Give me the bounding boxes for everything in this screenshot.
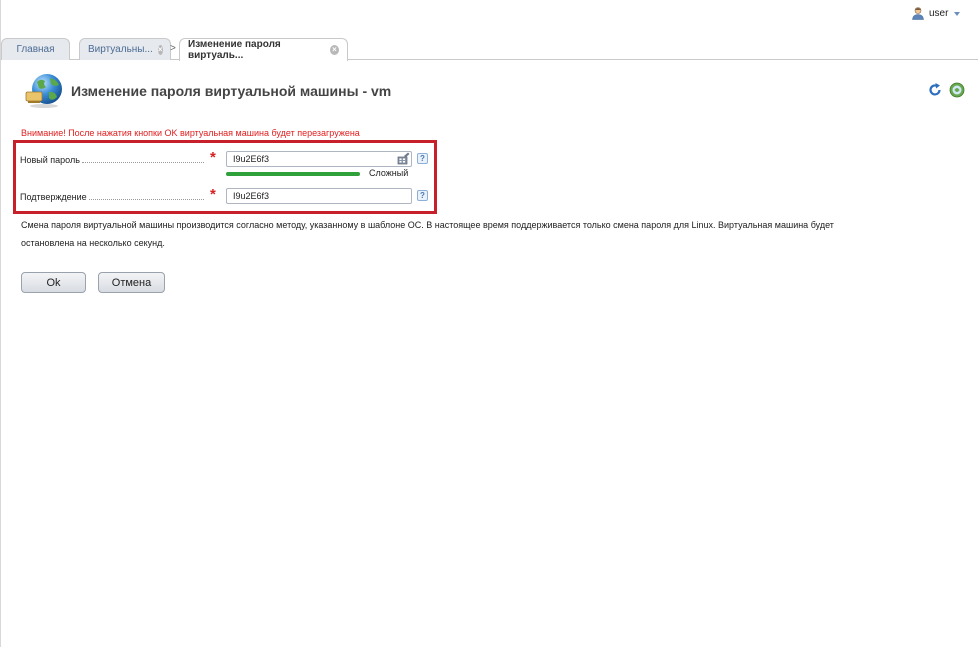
cancel-button[interactable]: Отмена — [98, 272, 165, 293]
page-title: Изменение пароля виртуальной машины - vm — [71, 83, 392, 99]
confirm-label: Подтверждение — [20, 192, 204, 202]
app-window: user Главная Виртуальны... × Изменение п… — [0, 0, 978, 647]
tab-bar: Главная Виртуальны... × Изменение пароля… — [1, 38, 978, 61]
tab-label: Изменение пароля виртуаль... — [188, 39, 281, 61]
help-icon[interactable]: ? — [417, 153, 428, 164]
tab-close-icon[interactable]: × — [329, 45, 339, 55]
tab-label: Виртуальны... — [88, 44, 153, 55]
user-menu[interactable]: user — [911, 6, 961, 20]
password-strength-fill — [226, 172, 360, 176]
new-password-row: Новый пароль — [20, 152, 204, 168]
leader-dots — [88, 199, 204, 200]
new-password-input[interactable] — [226, 151, 412, 167]
user-name: user — [929, 7, 949, 19]
label-text: Подтверждение — [20, 192, 87, 202]
breadcrumb-chevron-icon: > — [170, 43, 176, 54]
required-mark: * — [210, 186, 216, 203]
warning-message: Внимание! После нажатия кнопки OK виртуа… — [21, 128, 360, 138]
description-text: Смена пароля виртуальной машины производ… — [21, 220, 834, 248]
confirm-row: Подтверждение — [20, 189, 204, 205]
leader-dots — [81, 162, 204, 163]
tab-virtual-machines[interactable]: Виртуальны... × — [79, 38, 171, 60]
chevron-down-icon — [954, 12, 961, 16]
new-password-label: Новый пароль — [20, 155, 204, 165]
tab-close-icon[interactable]: × — [157, 44, 163, 55]
help-icon[interactable]: ? — [417, 190, 428, 201]
tab-change-password[interactable]: Изменение пароля виртуаль... × — [179, 38, 348, 61]
confirm-password-input[interactable] — [226, 188, 412, 204]
ok-button[interactable]: Ok — [21, 272, 86, 293]
tab-label: Главная — [16, 44, 55, 55]
user-icon — [912, 7, 924, 20]
refresh-icon[interactable] — [927, 82, 943, 98]
password-strength-bar — [226, 172, 360, 176]
label-text: Новый пароль — [20, 155, 80, 165]
password-generator-icon[interactable] — [397, 152, 410, 165]
password-strength-label: Сложный — [369, 168, 409, 178]
required-mark: * — [210, 149, 216, 166]
globe-icon — [25, 74, 62, 108]
help-globe-icon[interactable] — [949, 82, 965, 98]
tab-home[interactable]: Главная — [1, 38, 70, 60]
